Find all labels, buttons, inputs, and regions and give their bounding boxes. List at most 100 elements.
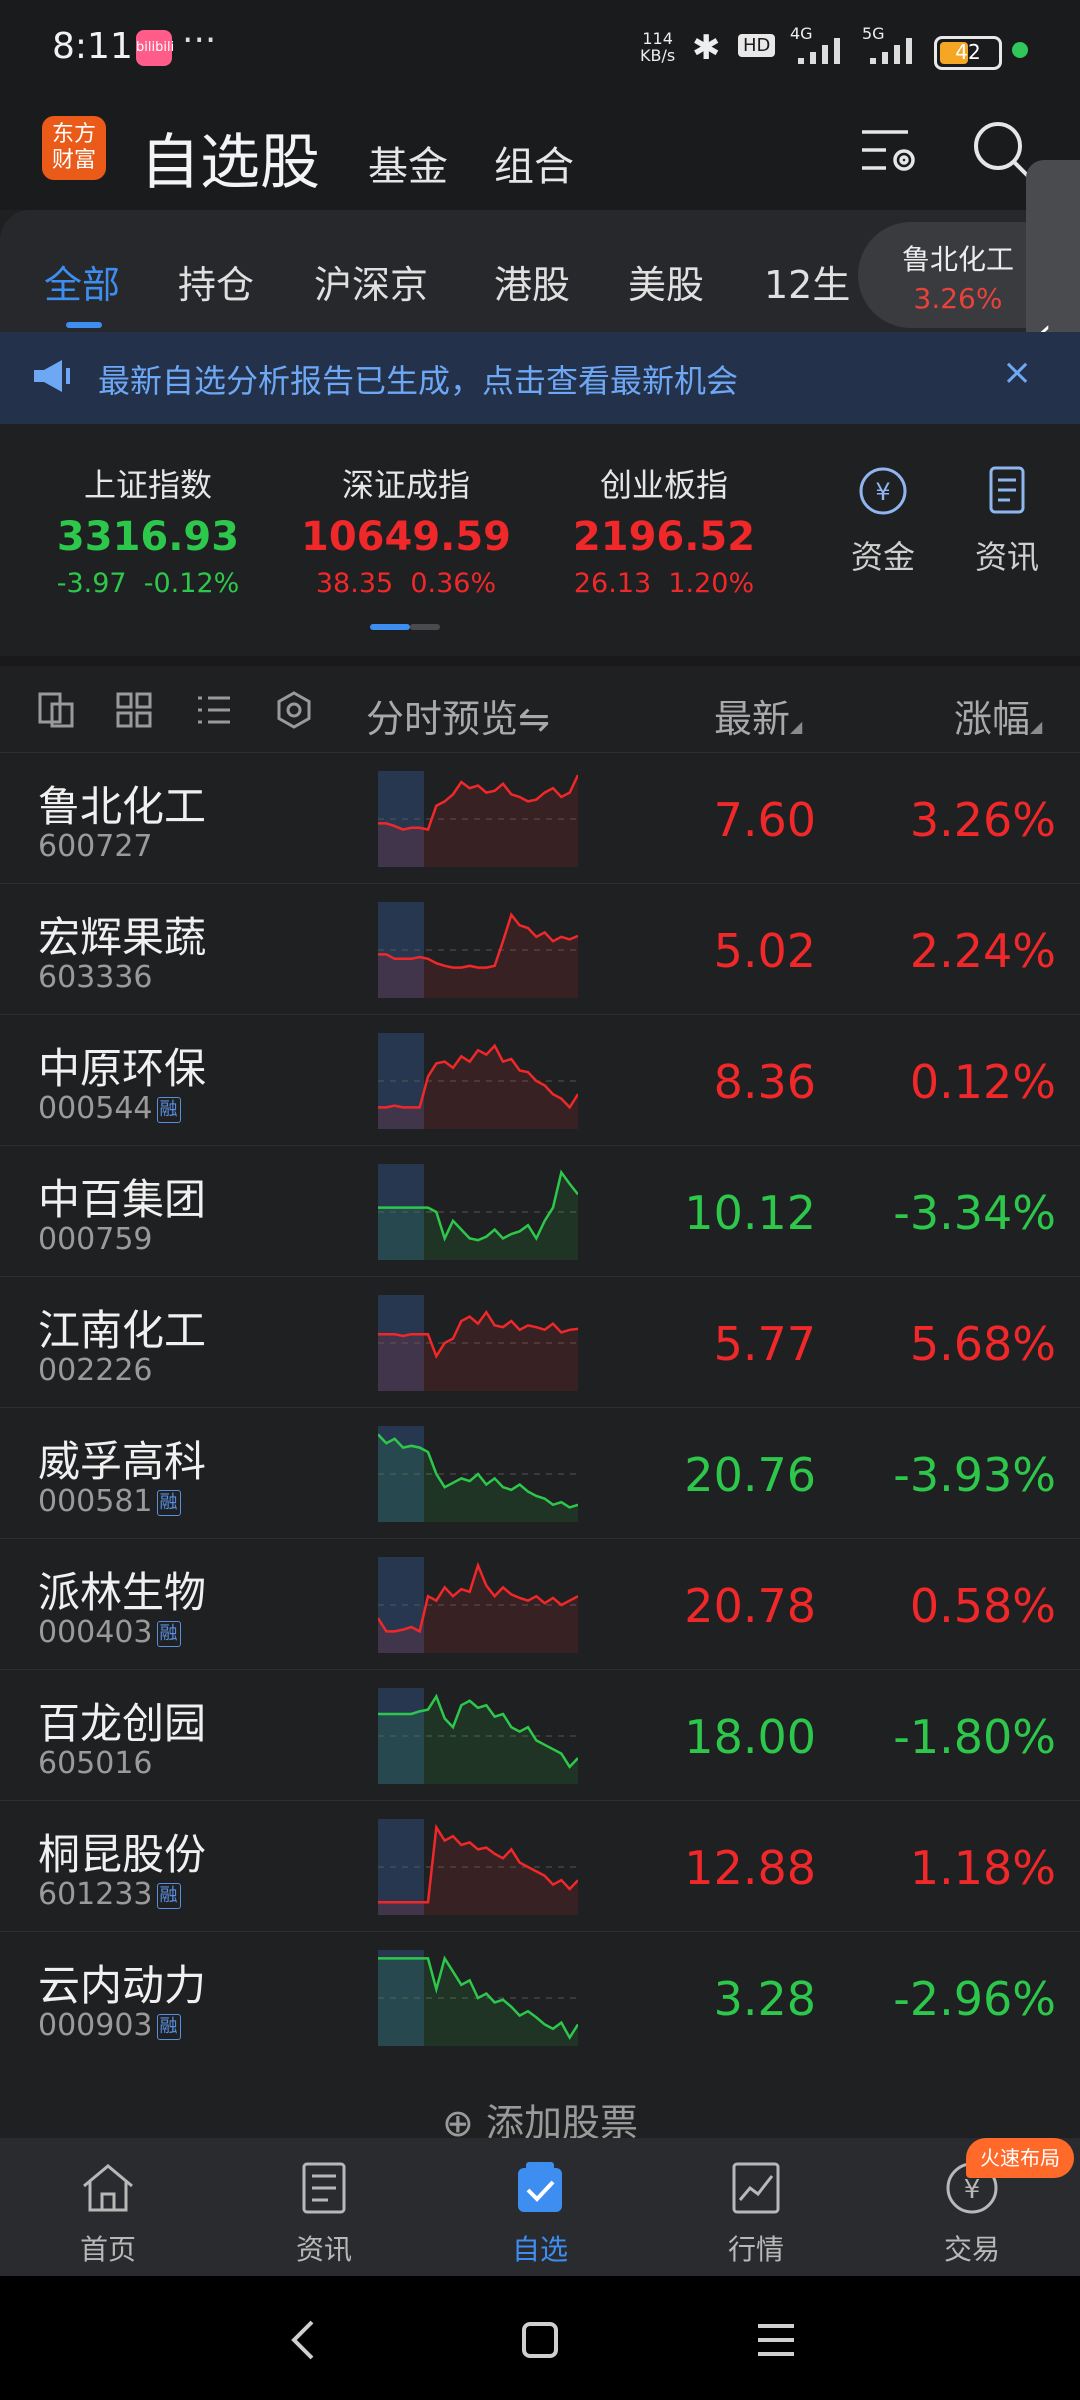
grid-view-icon[interactable] — [114, 690, 154, 734]
recents-menu-icon[interactable] — [754, 2316, 798, 2364]
tab-shsz[interactable]: 沪深京 — [314, 254, 428, 309]
analysis-report-banner[interactable]: 最新自选分析报告已生成，点击查看最新机会 × — [0, 332, 1080, 424]
stock-price: 5.02 — [713, 924, 816, 978]
nav-market[interactable]: 行情 — [686, 2160, 826, 2268]
stock-price: 8.36 — [713, 1055, 816, 1109]
stock-row[interactable]: 中百集团 000759 10.12 -3.34% — [0, 1145, 1080, 1276]
compare-view-icon[interactable] — [36, 690, 76, 734]
nav-home[interactable]: 首页 — [38, 2160, 178, 2268]
bluetooth-icon: ✱ — [692, 28, 721, 68]
nav-watchlist[interactable]: 自选 — [470, 2160, 610, 2268]
tab-zodiac[interactable]: 12生 — [764, 254, 850, 309]
page-title[interactable]: 自选股 — [140, 114, 320, 201]
search-icon[interactable] — [970, 118, 1034, 186]
pager-indicator-active — [370, 624, 410, 630]
back-icon[interactable] — [282, 2316, 326, 2364]
stock-change-pct: 0.12% — [909, 1055, 1056, 1109]
promo-badge[interactable]: 火速布局 — [966, 2138, 1074, 2178]
index-name: 深证成指 — [341, 466, 470, 504]
document-icon — [989, 466, 1025, 514]
margin-badge: 融 — [156, 1097, 181, 1123]
preview-label: 分时预览 — [366, 697, 519, 741]
signal-4g-icon: 4G — [790, 24, 854, 72]
stock-code: 002226 — [38, 1353, 153, 1388]
stock-code-value: 002226 — [38, 1353, 153, 1388]
stock-code-value: 603336 — [38, 960, 153, 995]
stock-row[interactable]: 云内动力 000903 融 3.28 -2.96% — [0, 1931, 1080, 2062]
intraday-sparkline — [378, 1426, 578, 1522]
stock-price: 7.60 — [713, 793, 816, 847]
banner-text: 最新自选分析报告已生成，点击查看最新机会 — [98, 362, 739, 400]
logo-line2: 财富 — [51, 148, 96, 173]
stock-code-value: 000403 — [38, 1615, 153, 1650]
stock-code: 000403 融 — [38, 1615, 181, 1650]
intraday-sparkline — [378, 771, 578, 867]
index-sh[interactable]: 上证指数 3316.93 -3.97 -0.12% — [28, 460, 268, 599]
intraday-sparkline — [378, 1557, 578, 1653]
stock-row[interactable]: 中原环保 000544 融 8.36 0.12% — [0, 1014, 1080, 1145]
stock-row[interactable]: 百龙创园 605016 18.00 -1.80% — [0, 1669, 1080, 1800]
intraday-sparkline — [378, 1164, 578, 1260]
stock-row[interactable]: 鲁北化工 600727 7.60 3.26% — [0, 752, 1080, 883]
index-change: 38.35 0.36% — [286, 568, 526, 599]
stock-change-pct: 2.24% — [909, 924, 1056, 978]
tab-us[interactable]: 美股 — [628, 254, 704, 309]
index-sz[interactable]: 深证成指 10649.59 38.35 0.36% — [286, 460, 526, 599]
watchlist-icon — [518, 2162, 562, 2212]
stock-change-pct: -1.80% — [893, 1710, 1056, 1764]
app-header: 东方 财富 自选股 基金 组合 — [0, 100, 1080, 210]
stock-price: 10.12 — [684, 1186, 816, 1240]
stock-name: 百龙创园 — [38, 1699, 207, 1748]
stock-name: 宏辉果蔬 — [38, 913, 207, 962]
stock-code: 000581 融 — [38, 1484, 181, 1519]
tab-hk[interactable]: 港股 — [494, 254, 570, 309]
sort-change-pct[interactable]: 涨幅◢ — [954, 688, 1042, 743]
stock-row[interactable]: 江南化工 002226 5.77 5.68% — [0, 1276, 1080, 1407]
nav-label: 行情 — [727, 2233, 784, 2266]
quick-funds[interactable]: ¥ 资金 — [838, 464, 928, 578]
close-icon[interactable]: × — [1002, 352, 1032, 393]
quick-news[interactable]: 资讯 — [962, 464, 1052, 578]
hd-voice-icon: HD — [738, 34, 776, 57]
stock-code-value: 000759 — [38, 1222, 153, 1257]
stock-code: 601233 融 — [38, 1877, 181, 1912]
list-view-icon[interactable] — [194, 690, 234, 734]
index-name: 上证指数 — [83, 466, 212, 504]
header-tab-fund[interactable]: 基金 — [368, 134, 448, 192]
stock-price: 18.00 — [684, 1710, 816, 1764]
stock-row[interactable]: 宏辉果蔬 603336 5.02 2.24% — [0, 883, 1080, 1014]
sparkline-preview-toggle[interactable]: 分时预览⇋ — [366, 688, 550, 743]
stock-row[interactable]: 桐昆股份 601233 融 12.88 1.18% — [0, 1800, 1080, 1931]
tab-active-indicator — [66, 322, 102, 328]
stock-row[interactable]: 派林生物 000403 融 20.78 0.58% — [0, 1538, 1080, 1669]
manage-settings-icon[interactable] — [858, 122, 922, 182]
index-gem[interactable]: 创业板指 2196.52 26.13 1.20% — [544, 460, 784, 599]
system-nav-bar — [0, 2276, 1080, 2400]
stock-price: 20.78 — [684, 1579, 816, 1633]
tab-all[interactable]: 全部 — [44, 254, 120, 309]
chart-icon — [732, 2162, 780, 2214]
tab-holdings[interactable]: 持仓 — [178, 254, 254, 309]
header-tab-portfolio[interactable]: 组合 — [494, 134, 574, 192]
network-speed-value: 114 — [642, 29, 673, 48]
pager-indicator — [410, 624, 440, 630]
intraday-sparkline — [378, 1819, 578, 1915]
margin-badge: 融 — [156, 2014, 181, 2040]
index-change-pct: 1.20% — [668, 568, 755, 599]
sort-latest[interactable]: 最新◢ — [714, 688, 802, 743]
stock-row[interactable]: 威孚高科 000581 融 20.76 -3.93% — [0, 1407, 1080, 1538]
stock-code: 000759 — [38, 1222, 153, 1257]
sparkline-area — [378, 1958, 578, 2046]
stock-code-value: 000903 — [38, 2008, 153, 2043]
nav-label: 资讯 — [295, 2233, 352, 2266]
index-change-pct: -0.12% — [143, 568, 240, 599]
status-time: 8:11 — [52, 26, 133, 67]
settings-icon[interactable] — [274, 690, 314, 734]
home-button-icon[interactable] — [518, 2318, 562, 2362]
intraday-sparkline — [378, 1688, 578, 1784]
stock-price: 5.77 — [713, 1317, 816, 1371]
network-speed-unit: KB/s — [640, 46, 676, 65]
index-change: -3.97 -0.12% — [28, 568, 268, 599]
nav-news[interactable]: 资讯 — [254, 2160, 394, 2268]
yuan-circle-icon: ¥ — [859, 467, 907, 515]
